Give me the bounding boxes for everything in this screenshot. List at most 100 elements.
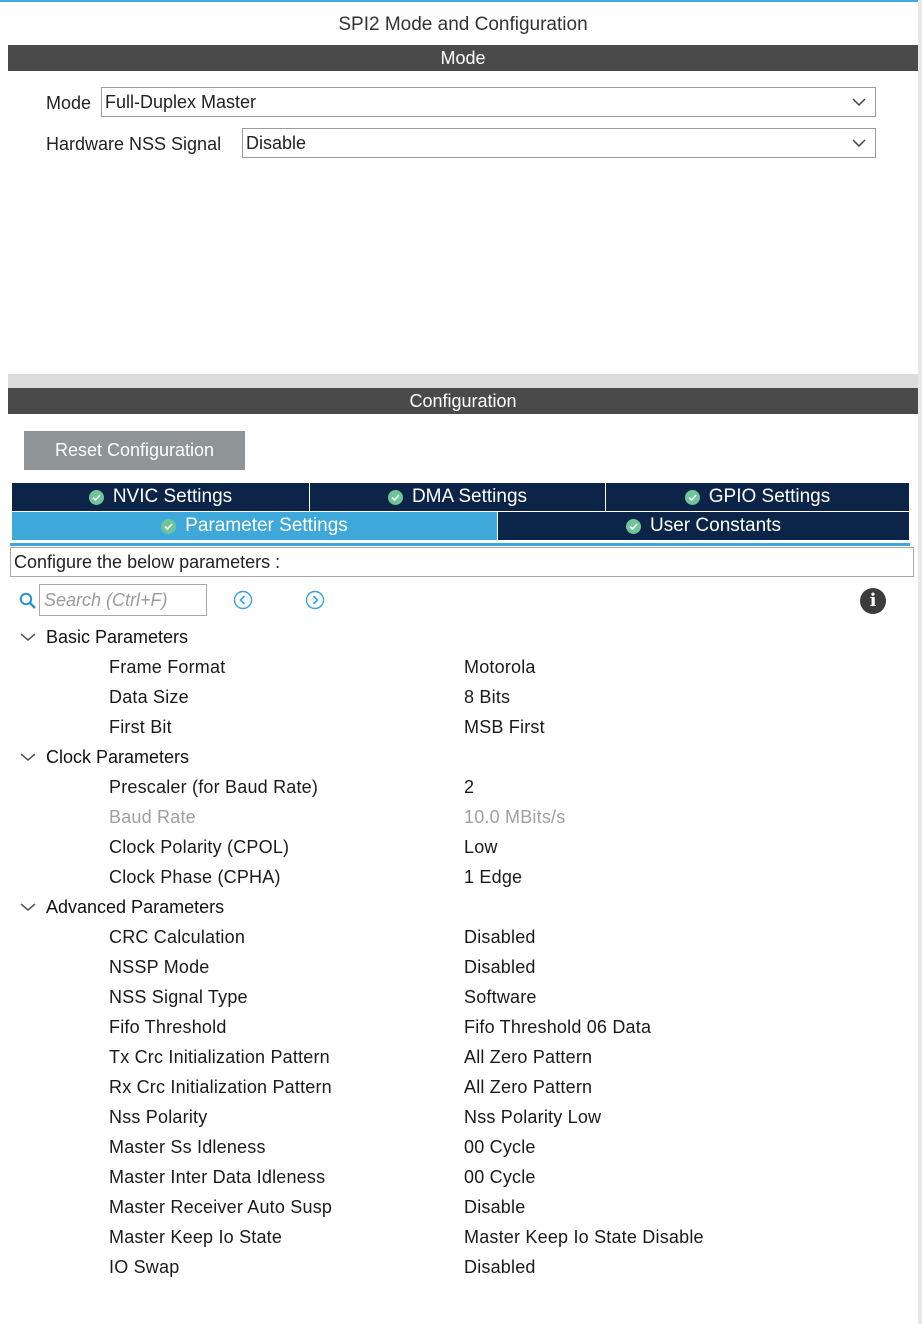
- param-name: Rx Crc Initialization Pattern: [109, 1077, 332, 1097]
- param-name: Clock Polarity (CPOL): [109, 837, 290, 857]
- configuration-section-header: Configuration: [8, 388, 918, 414]
- tab-underline: [10, 543, 910, 546]
- param-name: NSSP Mode: [109, 957, 210, 977]
- param-row-master-keep-io-state[interactable]: Master Keep Io State Master Keep Io Stat…: [0, 1222, 910, 1252]
- param-row-master-ss-idleness[interactable]: Master Ss Idleness 00 Cycle: [0, 1132, 910, 1162]
- param-name: Master Ss Idleness: [109, 1137, 266, 1157]
- window-right-edge: [918, 0, 922, 1324]
- tab-label: DMA Settings: [411, 486, 528, 507]
- previous-match-icon[interactable]: [233, 590, 253, 610]
- param-name: Master Keep Io State: [109, 1227, 283, 1247]
- chevron-down-icon: [20, 633, 36, 641]
- param-value[interactable]: All Zero Pattern: [464, 1042, 592, 1072]
- tab-label: NVIC Settings: [112, 486, 233, 507]
- tab-label: Parameter Settings: [185, 515, 348, 536]
- param-row-nssp-mode[interactable]: NSSP Mode Disabled: [0, 952, 910, 982]
- param-name: Nss Polarity: [109, 1107, 208, 1127]
- param-row-first-bit[interactable]: First Bit MSB First: [0, 712, 910, 742]
- window-accent-bar: [0, 0, 922, 2]
- tab-label: GPIO Settings: [708, 486, 831, 507]
- param-value[interactable]: Low: [464, 832, 498, 862]
- chevron-down-icon: [851, 88, 867, 116]
- param-row-clock-polarity[interactable]: Clock Polarity (CPOL) Low: [0, 832, 910, 862]
- param-row-tx-crc-pattern[interactable]: Tx Crc Initialization Pattern All Zero P…: [0, 1042, 910, 1072]
- param-row-fifo-threshold[interactable]: Fifo Threshold Fifo Threshold 06 Data: [0, 1012, 910, 1042]
- check-circle-icon: [88, 489, 104, 505]
- param-value[interactable]: All Zero Pattern: [464, 1072, 592, 1102]
- param-value[interactable]: Master Keep Io State Disable: [464, 1222, 704, 1252]
- tab-nvic-settings[interactable]: NVIC Settings: [12, 483, 309, 511]
- nss-select[interactable]: Disable: [242, 128, 876, 158]
- param-name: Clock Phase (CPHA): [109, 867, 281, 887]
- tab-dma-settings[interactable]: DMA Settings: [310, 483, 605, 511]
- mode-select[interactable]: Full-Duplex Master: [101, 87, 876, 117]
- param-row-crc-calculation[interactable]: CRC Calculation Disabled: [0, 922, 910, 952]
- param-row-master-inter-data-idleness[interactable]: Master Inter Data Idleness 00 Cycle: [0, 1162, 910, 1192]
- param-value[interactable]: 8 Bits: [464, 682, 510, 712]
- param-value[interactable]: Disabled: [464, 1252, 536, 1282]
- param-row-nss-signal-type[interactable]: NSS Signal Type Software: [0, 982, 910, 1012]
- tab-user-constants[interactable]: User Constants: [498, 512, 909, 540]
- check-circle-icon: [626, 518, 642, 534]
- param-value[interactable]: Fifo Threshold 06 Data: [464, 1012, 651, 1042]
- param-row-data-size[interactable]: Data Size 8 Bits: [0, 682, 910, 712]
- check-circle-icon: [161, 518, 177, 534]
- param-name: CRC Calculation: [109, 927, 246, 947]
- param-value[interactable]: 00 Cycle: [464, 1162, 536, 1192]
- parameters-description: Configure the below parameters :: [10, 547, 914, 577]
- param-name: Master Inter Data Idleness: [109, 1167, 326, 1187]
- group-header-advanced-parameters[interactable]: Advanced Parameters: [18, 892, 224, 922]
- nss-select-value: Disable: [246, 133, 307, 153]
- param-row-prescaler[interactable]: Prescaler (for Baud Rate) 2: [0, 772, 910, 802]
- reset-configuration-button[interactable]: Reset Configuration: [24, 431, 245, 470]
- section-divider[interactable]: [8, 374, 918, 388]
- param-name: Fifo Threshold: [109, 1017, 227, 1037]
- chevron-down-icon: [20, 903, 36, 911]
- param-row-io-swap[interactable]: IO Swap Disabled: [0, 1252, 910, 1282]
- param-name: Tx Crc Initialization Pattern: [109, 1047, 330, 1067]
- param-row-rx-crc-pattern[interactable]: Rx Crc Initialization Pattern All Zero P…: [0, 1072, 910, 1102]
- param-value[interactable]: Motorola: [464, 652, 536, 682]
- param-value[interactable]: 2: [464, 772, 474, 802]
- param-row-baud-rate: Baud Rate 10.0 MBits/s: [0, 802, 910, 832]
- param-value[interactable]: Disable: [464, 1192, 525, 1222]
- param-value[interactable]: Nss Polarity Low: [464, 1102, 601, 1132]
- window-title: SPI2 Mode and Configuration: [338, 14, 588, 35]
- chevron-down-icon: [20, 753, 36, 761]
- nss-row: Hardware NSS Signal: [46, 128, 221, 160]
- param-value: 10.0 MBits/s: [464, 807, 566, 827]
- param-value[interactable]: 00 Cycle: [464, 1132, 536, 1162]
- search-input[interactable]: [39, 584, 207, 616]
- group-header-basic-parameters[interactable]: Basic Parameters: [18, 622, 188, 652]
- group-label: Clock Parameters: [46, 746, 190, 767]
- param-name: Master Receiver Auto Susp: [109, 1197, 333, 1217]
- mode-row: Mode: [46, 87, 91, 119]
- param-row-nss-polarity[interactable]: Nss Polarity Nss Polarity Low: [0, 1102, 910, 1132]
- tab-label: User Constants: [650, 515, 781, 536]
- tab-gpio-settings[interactable]: GPIO Settings: [606, 483, 909, 511]
- next-match-icon[interactable]: [305, 590, 325, 610]
- param-row-clock-phase[interactable]: Clock Phase (CPHA) 1 Edge: [0, 862, 910, 892]
- group-label: Basic Parameters: [46, 626, 189, 647]
- param-value[interactable]: Disabled: [464, 922, 536, 952]
- param-value[interactable]: Disabled: [464, 952, 536, 982]
- param-value[interactable]: 1 Edge: [464, 862, 522, 892]
- param-name: Baud Rate: [109, 807, 196, 827]
- param-value[interactable]: Software: [464, 982, 537, 1012]
- param-row-master-receiver-auto-susp[interactable]: Master Receiver Auto Susp Disable: [0, 1192, 910, 1222]
- param-name: Prescaler (for Baud Rate): [109, 777, 319, 797]
- search-icon: [19, 592, 37, 610]
- param-name: IO Swap: [109, 1257, 180, 1277]
- param-value[interactable]: MSB First: [464, 712, 545, 742]
- param-name: First Bit: [109, 717, 172, 737]
- mode-section-header: Mode: [8, 45, 918, 71]
- param-row-frame-format[interactable]: Frame Format Motorola: [0, 652, 910, 682]
- info-icon[interactable]: i: [860, 588, 886, 614]
- mode-select-value: Full-Duplex Master: [105, 92, 257, 112]
- mode-label: Mode: [46, 92, 92, 113]
- group-header-clock-parameters[interactable]: Clock Parameters: [18, 742, 189, 772]
- chevron-down-icon: [851, 129, 867, 157]
- check-circle-icon: [387, 489, 403, 505]
- nss-label: Hardware NSS Signal: [46, 133, 222, 154]
- tab-parameter-settings[interactable]: Parameter Settings: [12, 512, 497, 540]
